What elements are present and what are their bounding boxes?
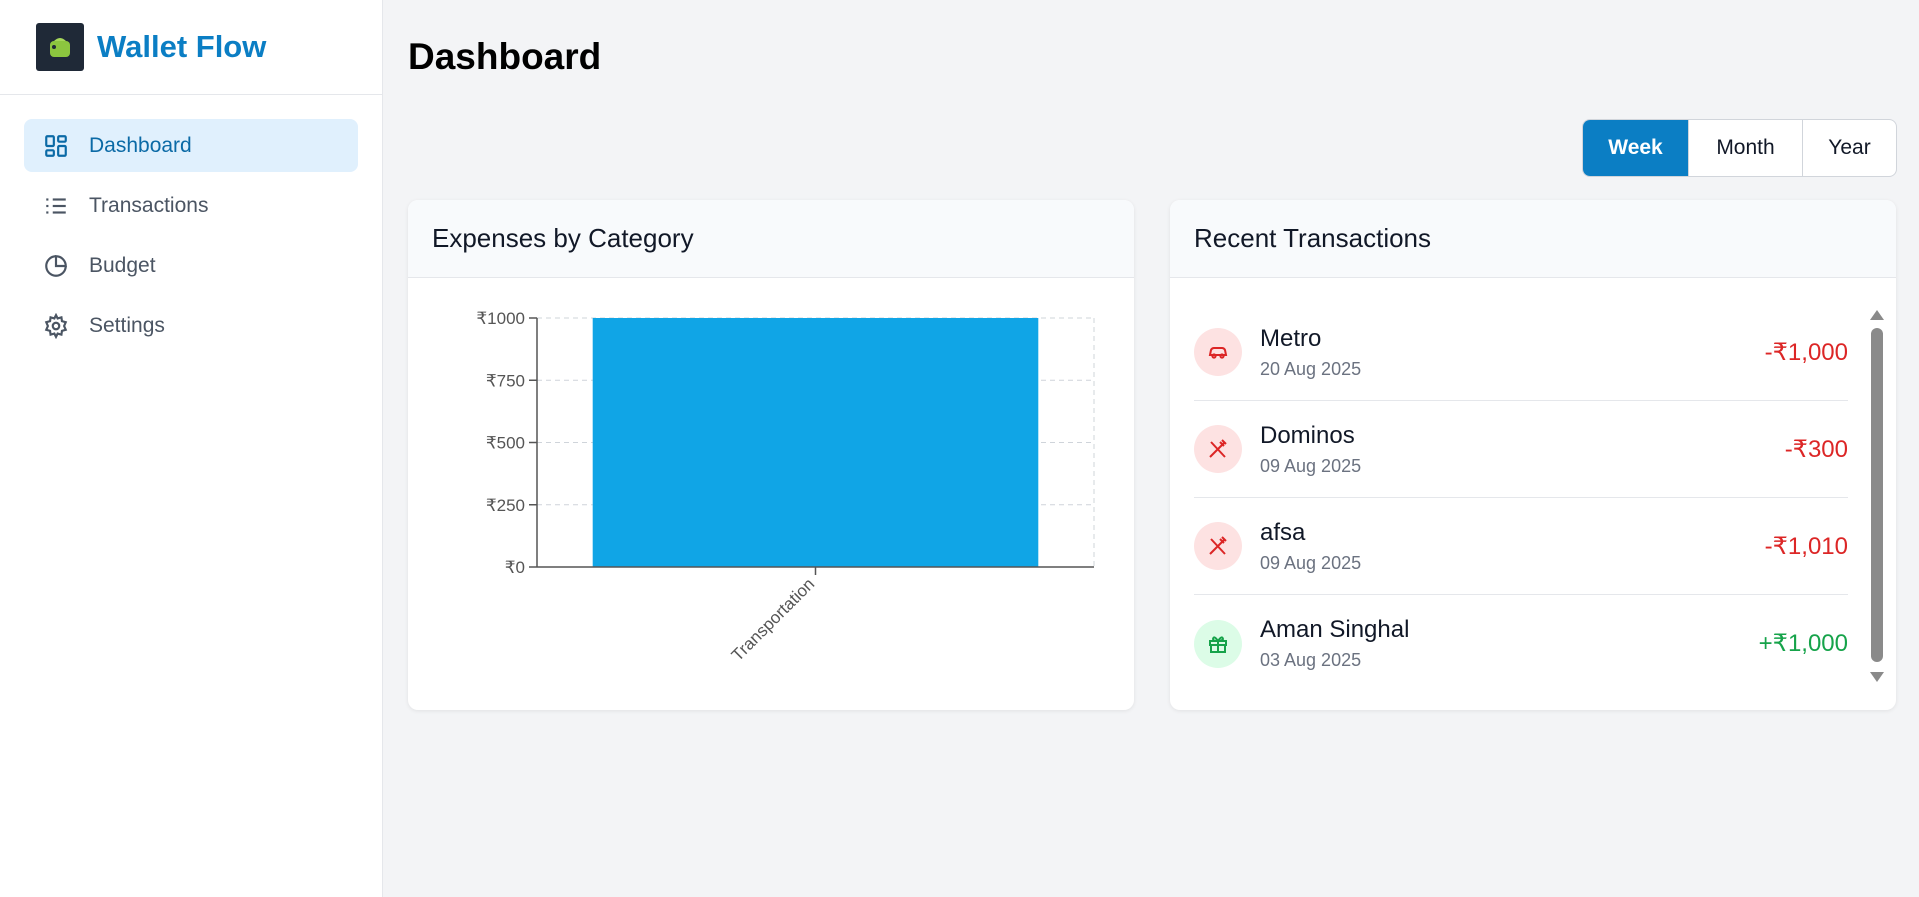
sidebar-item-label: Dashboard bbox=[89, 133, 192, 157]
expenses-card: Expenses by Category ₹0 ₹250 ₹500 ₹750 ₹1000… bbox=[408, 200, 1134, 710]
transactions-scrollbar[interactable] bbox=[1870, 304, 1884, 684]
transaction-date: 09 Aug 2025 bbox=[1260, 552, 1362, 573]
bar-transportation bbox=[592, 318, 1039, 567]
list-icon bbox=[42, 192, 70, 220]
sidebar-item-label: Settings bbox=[89, 313, 165, 337]
transaction-name: Aman Singhal bbox=[1260, 616, 1410, 643]
utensils-crossed-icon bbox=[1194, 425, 1242, 473]
wallet-icon bbox=[36, 23, 84, 71]
transaction-row[interactable]: Aman Singhal 03 Aug 2025 +₹1,000 bbox=[1194, 595, 1848, 692]
period-year-button[interactable]: Year bbox=[1802, 120, 1896, 176]
transaction-row[interactable]: Metro 20 Aug 2025 -₹1,000 bbox=[1194, 304, 1848, 401]
transaction-amount: -₹1,000 bbox=[1764, 338, 1848, 366]
transaction-date: 20 Aug 2025 bbox=[1260, 358, 1362, 379]
transaction-row[interactable]: Dominos 09 Aug 2025 -₹300 bbox=[1194, 401, 1848, 498]
transaction-date: 03 Aug 2025 bbox=[1260, 650, 1362, 670]
transaction-row[interactable]: afsa 09 Aug 2025 -₹1,010 bbox=[1194, 498, 1848, 595]
period-month-button[interactable]: Month bbox=[1688, 120, 1802, 176]
transaction-list: Metro 20 Aug 2025 -₹1,000 Dominos 09 Aug… bbox=[1194, 304, 1848, 692]
recent-transactions-card: Recent Transactions Metro 20 Aug 2025 -₹… bbox=[1170, 200, 1896, 710]
y-tick-label: ₹500 bbox=[486, 434, 525, 453]
sidebar-item-label: Budget bbox=[89, 253, 156, 277]
scroll-up-arrow-icon[interactable] bbox=[1870, 310, 1884, 320]
car-icon bbox=[1194, 328, 1242, 376]
sidebar-item-dashboard[interactable]: Dashboard bbox=[24, 119, 358, 172]
recent-transactions-title: Recent Transactions bbox=[1170, 200, 1896, 278]
expenses-chart: ₹0 ₹250 ₹500 ₹750 ₹1000 Transportation bbox=[476, 309, 1095, 665]
y-tick-label: ₹1000 bbox=[476, 309, 525, 328]
period-selector: Week Month Year bbox=[1582, 119, 1897, 177]
scroll-down-arrow-icon[interactable] bbox=[1870, 672, 1884, 682]
transaction-amount: -₹300 bbox=[1784, 435, 1848, 463]
pie-chart-icon bbox=[42, 252, 70, 280]
gift-icon bbox=[1194, 619, 1242, 668]
page-title: Dashboard bbox=[408, 36, 602, 77]
transaction-name: Metro bbox=[1260, 324, 1322, 352]
sidebar-item-label: Transactions bbox=[89, 193, 209, 217]
transaction-date: 09 Aug 2025 bbox=[1260, 455, 1362, 476]
y-tick-label: ₹750 bbox=[486, 371, 525, 390]
sidebar-item-settings[interactable]: Settings bbox=[24, 299, 358, 352]
utensils-crossed-icon bbox=[1194, 522, 1242, 570]
transaction-name: afsa bbox=[1260, 518, 1306, 546]
y-tick-label: ₹0 bbox=[505, 558, 525, 577]
sidebar-item-transactions[interactable]: Transactions bbox=[24, 179, 358, 232]
sidebar-item-budget[interactable]: Budget bbox=[24, 239, 358, 292]
app-name[interactable]: Wallet Flow bbox=[97, 29, 266, 65]
sidebar-nav: Dashboard Transactions Budget Settings bbox=[0, 95, 382, 352]
x-tick-label: Transportation bbox=[728, 574, 818, 664]
y-tick-label: ₹250 bbox=[486, 496, 525, 515]
transaction-amount: -₹1,010 bbox=[1764, 532, 1848, 560]
period-week-button[interactable]: Week bbox=[1583, 120, 1688, 176]
gear-icon bbox=[42, 312, 70, 340]
expenses-card-title: Expenses by Category bbox=[408, 200, 1134, 278]
dashboard-grid-icon bbox=[42, 132, 70, 160]
scroll-thumb[interactable] bbox=[1871, 328, 1883, 662]
brand: Wallet Flow bbox=[0, 0, 382, 95]
transaction-amount: +₹1,000 bbox=[1758, 630, 1848, 657]
sidebar: Wallet Flow Dashboard Transactions Budge… bbox=[0, 0, 383, 897]
transaction-name: Dominos bbox=[1260, 421, 1355, 449]
